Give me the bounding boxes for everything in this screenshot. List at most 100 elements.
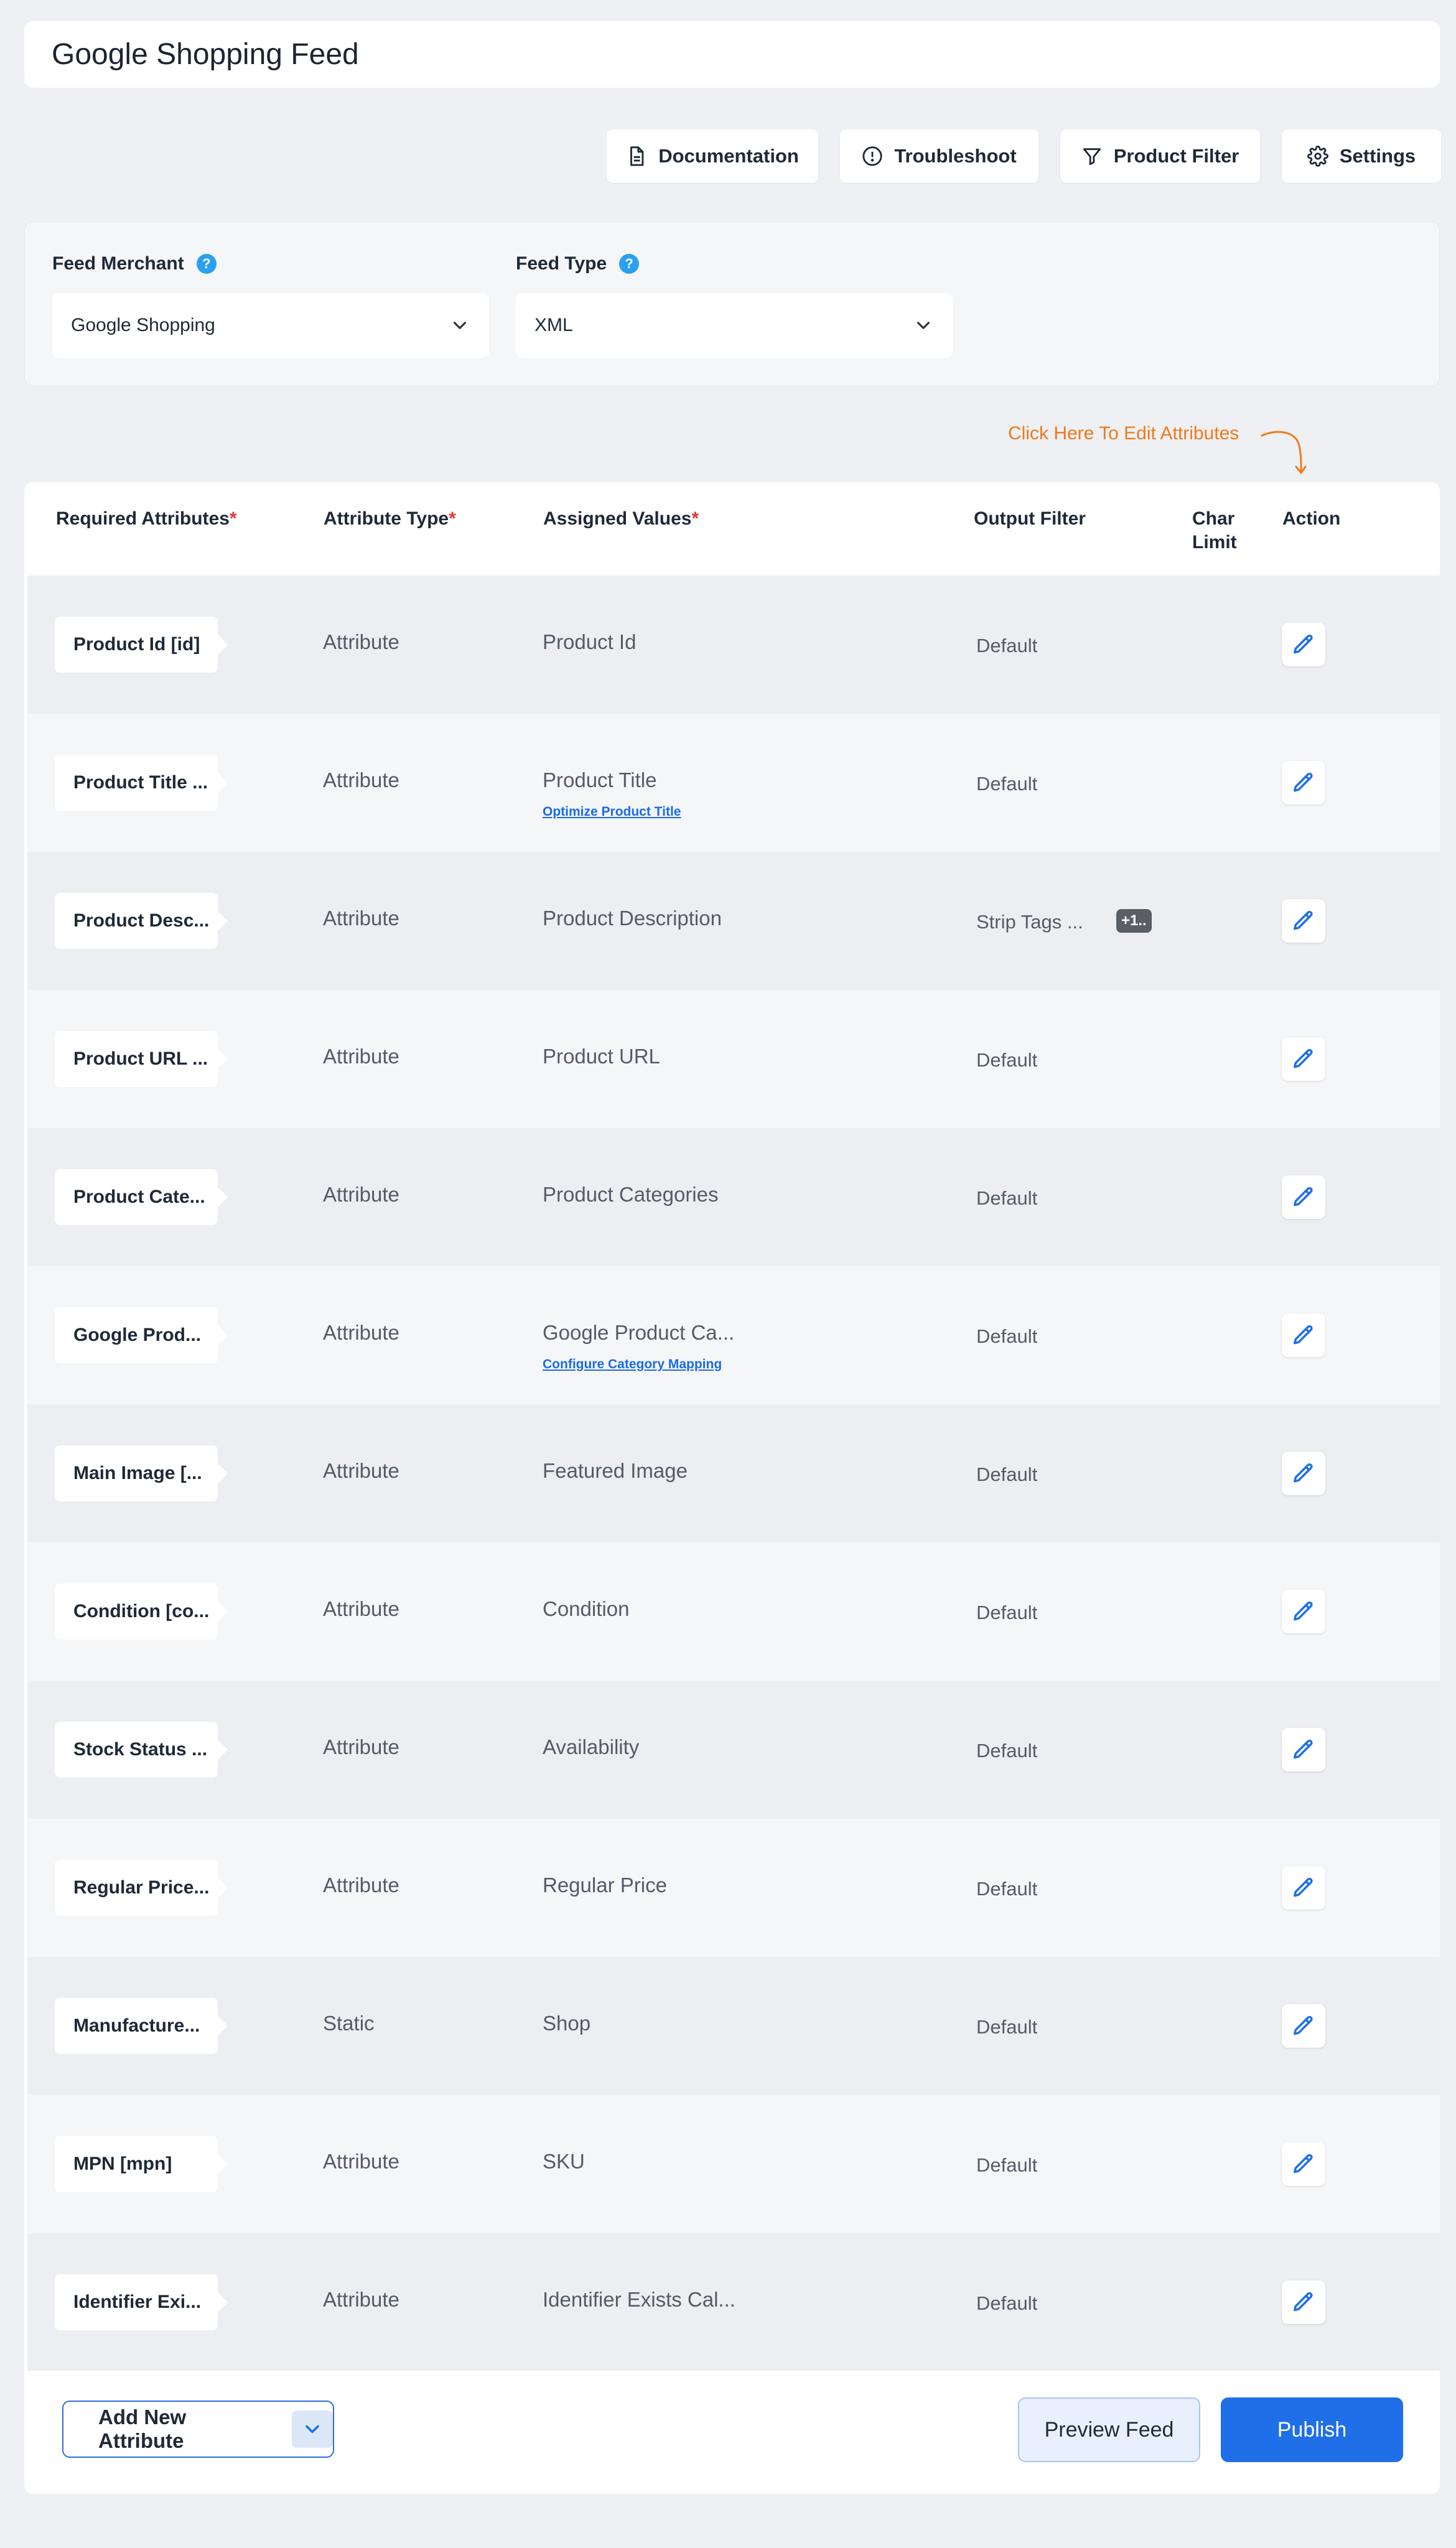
- feed-merchant-select[interactable]: Google Shopping: [52, 293, 489, 358]
- edit-attribute-button[interactable]: [1282, 1175, 1325, 1219]
- assigned-value-cell: Availability: [543, 1735, 640, 1758]
- header-char-limit-line2: Limit: [1192, 532, 1237, 553]
- assigned-value-cell: SKU: [543, 2150, 585, 2173]
- table-row: Identifier Exi... Attribute Identifier Exi…: [27, 2233, 1440, 2371]
- assigned-value-cell: Google Product Ca...: [543, 1321, 735, 1344]
- pencil-icon: [1294, 1739, 1313, 1759]
- edit-attribute-button[interactable]: [1282, 2142, 1325, 2186]
- edit-attribute-button[interactable]: [1282, 1452, 1325, 1495]
- troubleshoot-button[interactable]: Troubleshoot: [840, 129, 1038, 183]
- attribute-type-cell: Attribute: [323, 1321, 399, 1344]
- attribute-name-tag[interactable]: Product Cate...: [55, 1169, 228, 1225]
- filter-count-badge: +1..: [1116, 909, 1152, 933]
- help-icon[interactable]: ?: [619, 254, 640, 274]
- output-filter-cell: Default: [976, 1049, 1038, 1071]
- document-icon: [630, 146, 644, 166]
- output-filter-cell: Default: [976, 1463, 1038, 1485]
- edit-attribute-button[interactable]: [1282, 899, 1325, 943]
- row-action-link[interactable]: Configure Category Mapping: [543, 1357, 722, 1372]
- toolbar: Documentation Troubleshoot Product Filte…: [0, 129, 1456, 183]
- table-row: Product Cate... Attribute Product Categori…: [27, 1128, 1440, 1266]
- add-attribute-dropdown-toggle[interactable]: [292, 2410, 333, 2448]
- feed-type-select[interactable]: XML: [516, 293, 953, 358]
- edit-attribute-button[interactable]: [1282, 2280, 1325, 2324]
- feed-merchant-value: Google Shopping: [71, 315, 215, 335]
- edit-attribute-button[interactable]: [1282, 2004, 1325, 2048]
- attribute-name-tag[interactable]: Manufacture...: [55, 1998, 228, 2054]
- row-action-link[interactable]: Optimize Product Title: [543, 805, 681, 819]
- header-assigned-values: Assigned Values*: [543, 507, 699, 531]
- pencil-icon: [1294, 1463, 1313, 1483]
- attribute-type-cell: Attribute: [323, 768, 399, 791]
- edit-attribute-button[interactable]: [1282, 623, 1325, 666]
- help-icon[interactable]: ?: [196, 254, 217, 274]
- output-filter-cell: Default: [976, 1325, 1038, 1347]
- required-mark: *: [691, 508, 699, 529]
- output-filter-cell: Default: [976, 1740, 1038, 1762]
- product-filter-button[interactable]: Product Filter: [1060, 129, 1260, 183]
- publish-button[interactable]: Publish: [1221, 2397, 1403, 2462]
- attribute-name-tag[interactable]: Condition [co...: [55, 1584, 228, 1640]
- edit-attribute-button[interactable]: [1282, 1728, 1325, 1771]
- edit-attribute-button[interactable]: [1282, 1037, 1325, 1081]
- settings-label: Settings: [1339, 145, 1416, 167]
- table-row: Google Prod... Attribute Google Product Ca…: [27, 1266, 1440, 1404]
- feed-config-panel: Feed Merchant ? Google Shopping Feed Typ…: [24, 222, 1440, 386]
- attribute-name-tag[interactable]: Product Id [id]: [55, 617, 228, 673]
- attribute-name-tag[interactable]: Stock Status ...: [55, 1722, 228, 1778]
- assigned-value-cell: Product URL: [543, 1045, 660, 1068]
- edit-attribute-button[interactable]: [1282, 761, 1325, 805]
- table-row: Stock Status ... Attribute Availability Def…: [27, 1681, 1440, 1819]
- pencil-icon: [1294, 1601, 1313, 1621]
- pencil-icon: [1294, 772, 1313, 792]
- pencil-icon: [1294, 910, 1313, 930]
- attribute-name-tag[interactable]: Regular Price...: [55, 1860, 228, 1916]
- edit-attribute-button[interactable]: [1282, 1590, 1325, 1633]
- attribute-type-cell: Attribute: [323, 1735, 399, 1758]
- assigned-value-cell: Condition: [543, 1597, 630, 1620]
- attribute-type-cell: Attribute: [323, 630, 399, 653]
- attributes-table: Required Attributes* Attribute Type* Ass…: [24, 482, 1440, 2494]
- attribute-type-cell: Attribute: [323, 2150, 399, 2173]
- attribute-type-cell: Attribute: [323, 1459, 399, 1482]
- attribute-type-cell: Attribute: [323, 2288, 399, 2311]
- edit-attribute-button[interactable]: [1282, 1314, 1325, 1357]
- add-new-attribute-button[interactable]: Add New Attribute: [62, 2401, 334, 2458]
- attribute-name-tag[interactable]: Main Image [...: [55, 1445, 228, 1501]
- attribute-name-tag[interactable]: Product Desc...: [55, 893, 228, 949]
- output-filter-cell: Default: [976, 1187, 1038, 1209]
- header-output-filter: Output Filter: [974, 508, 1086, 529]
- documentation-button[interactable]: Documentation: [607, 129, 818, 183]
- header-attribute-type: Attribute Type*: [324, 507, 456, 531]
- attribute-name-tag[interactable]: Identifier Exi...: [55, 2274, 228, 2330]
- edit-attribute-button[interactable]: [1282, 1866, 1325, 1910]
- assigned-value-cell: Identifier Exists Cal...: [543, 2288, 735, 2311]
- pencil-icon: [1294, 2292, 1313, 2312]
- page-title: Google Shopping Feed: [24, 21, 1440, 88]
- attribute-type-cell: Attribute: [323, 1874, 399, 1897]
- table-row: Manufacture... Static Shop Default: [27, 1957, 1440, 2095]
- output-filter-cell: Default: [976, 2292, 1038, 2314]
- preview-feed-button[interactable]: Preview Feed: [1018, 2397, 1200, 2462]
- table-row: Product Title ... Attribute Product Title O…: [27, 714, 1440, 852]
- assigned-value-cell: Product Title: [543, 768, 657, 791]
- attribute-name-tag[interactable]: Google Prod...: [55, 1307, 228, 1363]
- table-row: Product Id [id] Attribute Product Id Defaul…: [27, 576, 1440, 714]
- troubleshoot-label: Troubleshoot: [894, 145, 1017, 167]
- feed-type-label: Feed Type ?: [516, 253, 640, 274]
- attribute-name-tag[interactable]: MPN [mpn]: [55, 2136, 228, 2192]
- settings-button[interactable]: Settings: [1282, 129, 1441, 183]
- attribute-name-tag[interactable]: Product URL ...: [55, 1031, 228, 1087]
- chevron-down-icon: [453, 322, 467, 329]
- table-footer: Add New Attribute Preview Feed Publish: [24, 2371, 1440, 2494]
- header-char-limit-line1: Char: [1192, 508, 1235, 529]
- feed-type-label-text: Feed Type: [516, 253, 607, 274]
- attribute-type-cell: Static: [323, 2012, 375, 2035]
- documentation-label: Documentation: [658, 145, 799, 167]
- header-required-attributes: Required Attributes*: [56, 507, 237, 531]
- output-filter-cell: Default: [976, 2016, 1038, 2038]
- attribute-name-tag[interactable]: Product Title ...: [55, 755, 228, 811]
- assigned-value-cell: Featured Image: [543, 1459, 688, 1482]
- pencil-icon: [1294, 2015, 1313, 2035]
- output-filter-cell: Default: [976, 635, 1038, 656]
